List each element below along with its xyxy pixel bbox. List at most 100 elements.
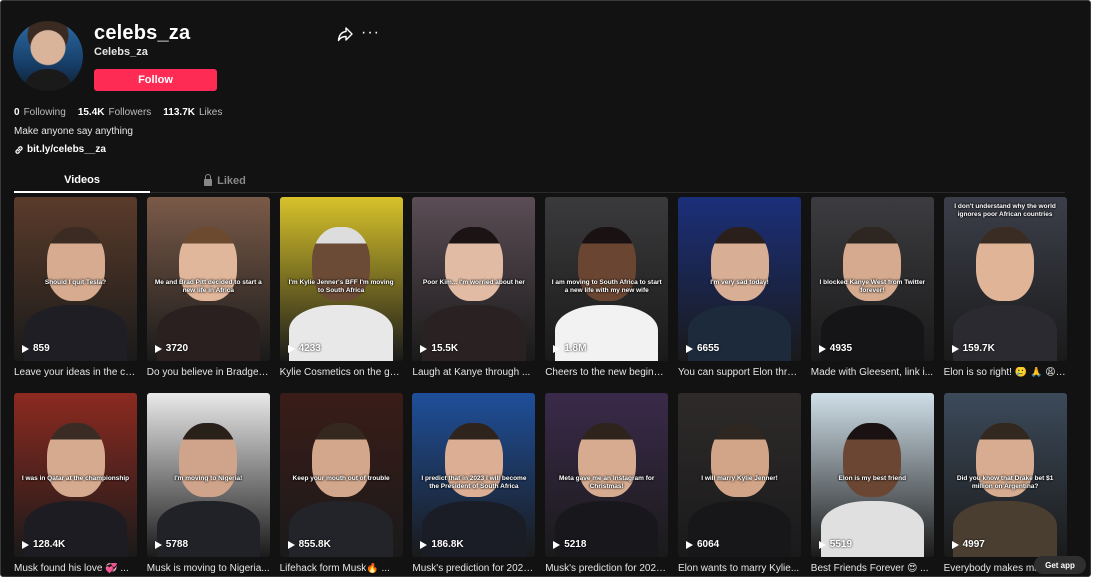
video-card[interactable]: I predict that in 2023 I will become the…: [412, 393, 536, 574]
video-thumbnail[interactable]: Meta gave me an Instagram for Christmas!…: [545, 393, 669, 557]
video-title[interactable]: Musk found his love 💞 ...: [14, 563, 137, 574]
view-count-value: 5519: [829, 539, 853, 550]
video-title[interactable]: You can support Elon thro...: [678, 367, 801, 378]
thumbnail-face: [46, 422, 105, 497]
lock-icon: [204, 174, 213, 186]
link-icon: [15, 145, 23, 154]
thumbnail-caption: Keep your mouth out of trouble: [292, 475, 390, 482]
profile-stats: 0 Following 15.4K Followers 113.7K Likes: [14, 107, 222, 118]
video-title[interactable]: Lifehack form Musk🔥 ...: [280, 563, 403, 574]
thumbnail-caption: I'm very sad today!: [710, 279, 769, 286]
video-card[interactable]: Should I quit Tesla? 859 Leave your idea…: [14, 197, 137, 378]
thumbnail-caption: I blocked Kanye West from Twitter foreve…: [819, 279, 926, 295]
video-title[interactable]: Musk's prediction for 2023...: [412, 563, 535, 574]
thumbnail-caption: Meta gave me an Instagram for Christmas!: [559, 475, 655, 491]
thumbnail-face: [710, 422, 769, 497]
following-stat[interactable]: 0 Following: [14, 107, 66, 118]
video-title[interactable]: Do you believe in Bradgeli...: [147, 367, 270, 378]
view-count: 855.8K: [287, 539, 331, 550]
view-count-value: 855.8K: [298, 539, 331, 550]
thumbnail-face: [710, 226, 769, 301]
video-title[interactable]: Elon is so right! 🥲 🙏 😩 ...: [944, 367, 1067, 378]
video-thumbnail[interactable]: I'm Kylie Jenner's BFF I'm moving to Sou…: [279, 197, 403, 361]
view-count: 859: [22, 343, 50, 354]
video-card[interactable]: I blocked Kanye West from Twitter foreve…: [810, 197, 934, 378]
view-count-value: 4233: [298, 343, 321, 354]
thumbnail-caption: I'm moving to Nigeria!: [174, 475, 243, 482]
video-card[interactable]: I'm very sad today! 6655 You can support…: [678, 197, 801, 378]
video-card[interactable]: I am moving to South Africa to start a n…: [545, 197, 669, 378]
followers-stat[interactable]: 15.4K Followers: [78, 107, 151, 118]
video-card[interactable]: I was in Qatar at the championship 128.4…: [14, 393, 137, 574]
view-count-value: 5218: [564, 539, 587, 550]
view-count-value: 6655: [697, 343, 720, 354]
video-thumbnail[interactable]: Me and Brad Pitt decided to start a new …: [146, 197, 270, 361]
follow-button[interactable]: Follow: [94, 69, 217, 91]
video-thumbnail[interactable]: I will marry Kylie Jenner! 6064: [678, 393, 801, 557]
profile-page: celebs_za Celebs_za Follow ··· 0 Followin…: [0, 0, 1091, 577]
play-icon: [287, 540, 295, 549]
thumbnail-caption: I predict that in 2023 I will become the…: [421, 475, 527, 491]
thumbnail-face: [179, 422, 238, 497]
video-card[interactable]: I will marry Kylie Jenner! 6064 Elon wan…: [678, 393, 801, 574]
video-card[interactable]: Meta gave me an Instagram for Christmas!…: [545, 393, 669, 574]
more-options-icon[interactable]: ···: [361, 25, 380, 41]
tab-liked[interactable]: Liked: [157, 169, 293, 193]
video-thumbnail[interactable]: I predict that in 2023 I will become the…: [412, 393, 536, 557]
view-count: 15.5K: [420, 343, 458, 354]
video-title[interactable]: Musk is moving to Nigeria...: [147, 563, 270, 574]
thumbnail-caption: Me and Brad Pitt decided to start a new …: [154, 279, 262, 295]
tab-liked-label: Liked: [217, 175, 246, 187]
thumbnail-caption: I'm Kylie Jenner's BFF I'm moving to Sou…: [288, 279, 394, 295]
tab-videos[interactable]: Videos: [14, 169, 150, 193]
video-card[interactable]: Keep your mouth out of trouble 855.8K Li…: [279, 393, 403, 574]
view-count: 6064: [686, 539, 719, 550]
share-icon[interactable]: [337, 26, 353, 42]
video-thumbnail[interactable]: Elon is my best friend 5519: [810, 393, 934, 557]
video-title[interactable]: Kylie Cosmetics on the gol...: [280, 367, 403, 378]
avatar[interactable]: [13, 21, 83, 91]
video-title[interactable]: Best Friends Forever 😍 ...: [811, 563, 934, 574]
video-thumbnail[interactable]: Poor Kim... I'm worried about her 15.5K: [412, 197, 536, 361]
video-card[interactable]: Me and Brad Pitt decided to start a new …: [146, 197, 270, 378]
video-card[interactable]: Poor Kim... I'm worried about her 15.5K …: [412, 197, 536, 378]
thumbnail-face: [976, 226, 1035, 301]
likes-stat: 113.7K Likes: [163, 107, 223, 118]
view-count: 159.7K: [951, 343, 995, 354]
video-title[interactable]: Made with Gleesent, link i...: [811, 367, 934, 378]
video-thumbnail[interactable]: I was in Qatar at the championship 128.4…: [14, 393, 137, 557]
play-icon: [951, 540, 959, 549]
thumbnail-caption: Elon is my best friend: [838, 475, 907, 482]
video-card[interactable]: Elon is my best friend 5519 Best Friends…: [810, 393, 934, 574]
video-thumbnail[interactable]: Should I quit Tesla? 859: [14, 197, 137, 361]
profile-link[interactable]: bit.ly/celebs__za: [14, 144, 106, 155]
video-title[interactable]: Laugh at Kanye through ...: [412, 367, 535, 378]
profile-link-text[interactable]: bit.ly/celebs__za: [27, 144, 106, 155]
video-title[interactable]: Elon wants to marry Kylie...: [678, 563, 801, 574]
view-count: 5519: [818, 539, 853, 550]
video-card[interactable]: I don't understand why the world ignores…: [943, 197, 1067, 378]
video-thumbnail[interactable]: Did you know that Drake bet $1 million o…: [943, 393, 1067, 557]
video-title[interactable]: Musk's prediction for 2023...: [545, 563, 668, 574]
thumbnail-caption: Should I quit Tesla?: [44, 279, 107, 286]
video-title[interactable]: Leave your ideas in the co...: [14, 367, 137, 378]
video-thumbnail[interactable]: I blocked Kanye West from Twitter foreve…: [810, 197, 934, 361]
video-thumbnail[interactable]: I'm moving to Nigeria! 5788: [146, 393, 270, 557]
view-count-value: 159.7K: [962, 343, 995, 354]
video-thumbnail[interactable]: I don't understand why the world ignores…: [943, 197, 1067, 361]
thumbnail-caption: I am moving to South Africa to start a n…: [551, 279, 662, 295]
video-title[interactable]: Cheers to the new beginni...: [545, 367, 668, 378]
video-thumbnail[interactable]: I'm very sad today! 6655: [678, 197, 801, 361]
video-card[interactable]: Did you know that Drake bet $1 million o…: [943, 393, 1067, 574]
video-thumbnail[interactable]: I am moving to South Africa to start a n…: [545, 197, 669, 361]
video-thumbnail[interactable]: Keep your mouth out of trouble 855.8K: [279, 393, 403, 557]
view-count-value: 6064: [697, 539, 720, 550]
play-icon: [22, 540, 29, 549]
view-count: 4997: [951, 539, 985, 550]
view-count: 186.8K: [420, 539, 464, 550]
play-icon: [553, 344, 561, 353]
thumbnail-face: [312, 422, 371, 497]
video-card[interactable]: I'm moving to Nigeria! 5788 Musk is movi…: [146, 393, 270, 574]
get-app-button[interactable]: Get app: [1034, 556, 1086, 574]
video-card[interactable]: I'm Kylie Jenner's BFF I'm moving to Sou…: [279, 197, 403, 378]
